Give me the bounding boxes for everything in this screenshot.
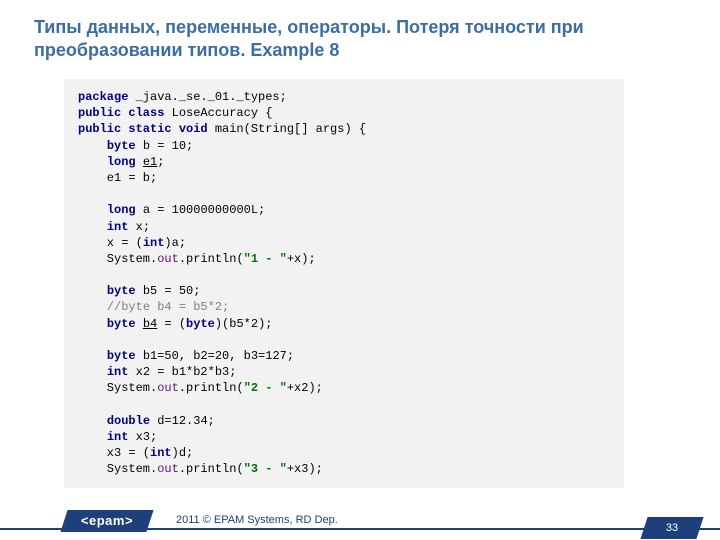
footer: <epam> 2011 © EPAM Systems, RD Dep. 33 [0,510,720,540]
page-number-badge: 33 [644,514,700,540]
logo: <epam> [64,510,150,540]
slide-title: Типы данных, переменные, операторы. Поте… [0,0,720,71]
logo-text: <epam> [64,510,150,532]
code-block: package _java._se._01._types; public cla… [64,79,624,488]
copyright-text: 2011 © EPAM Systems, RD Dep. [176,514,338,526]
page-number: 33 [644,517,700,539]
